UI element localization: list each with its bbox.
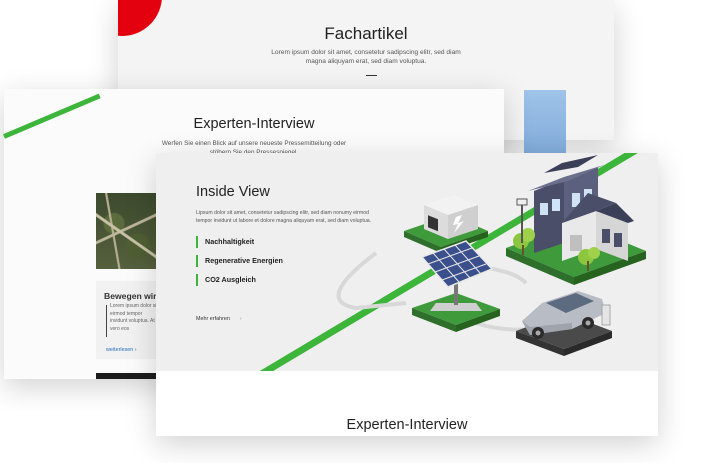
- teaser-link-label: weiterlesen: [106, 347, 134, 353]
- car-platform: [516, 291, 612, 356]
- teaser-bar: [106, 305, 107, 337]
- energy-scene-illustration: [336, 155, 646, 356]
- inside-view-title: Inside View: [196, 184, 270, 200]
- experten-interview-title: Experten-Interview: [193, 116, 315, 132]
- mehr-erfahren-label: Mehr erfahren: [196, 316, 230, 322]
- teaser-link[interactable]: weiterlesen ›: [106, 347, 137, 353]
- house-platform: [506, 155, 646, 285]
- battery-platform: [404, 195, 488, 253]
- teaser-text: Lorem ipsum dolor sit eirmod tempor invi…: [110, 303, 158, 332]
- inside-view-card: Inside View Lipsum dolor sit amet, conse…: [156, 153, 658, 436]
- divider: [366, 75, 377, 76]
- fachartikel-text: Lorem ipsum dolor sit amet, consetetur s…: [271, 49, 461, 65]
- dark-image-strip: [96, 373, 156, 379]
- inside-view-hero: Inside View Lipsum dolor sit amet, conse…: [156, 153, 658, 371]
- feature-item: CO2 Ausgleich: [196, 274, 256, 286]
- chevron-right-icon: ›: [239, 316, 242, 322]
- feature-item: Nachhaltigkeit: [196, 236, 254, 248]
- chevron-right-icon: ›: [134, 347, 137, 353]
- fachartikel-title: Fachartikel: [324, 24, 408, 43]
- mehr-erfahren-link[interactable]: Mehr erfahren ›: [196, 316, 242, 322]
- feature-item: Regenerative Energien: [196, 255, 283, 267]
- blue-image-strip: [524, 90, 566, 160]
- city-aerial-image: [96, 193, 156, 269]
- front-bottom-title: Experten-Interview: [346, 417, 468, 433]
- teaser-card[interactable]: Bewegen wir u Lorem ipsum dolor sit eirm…: [96, 281, 164, 359]
- solar-platform: [412, 240, 500, 332]
